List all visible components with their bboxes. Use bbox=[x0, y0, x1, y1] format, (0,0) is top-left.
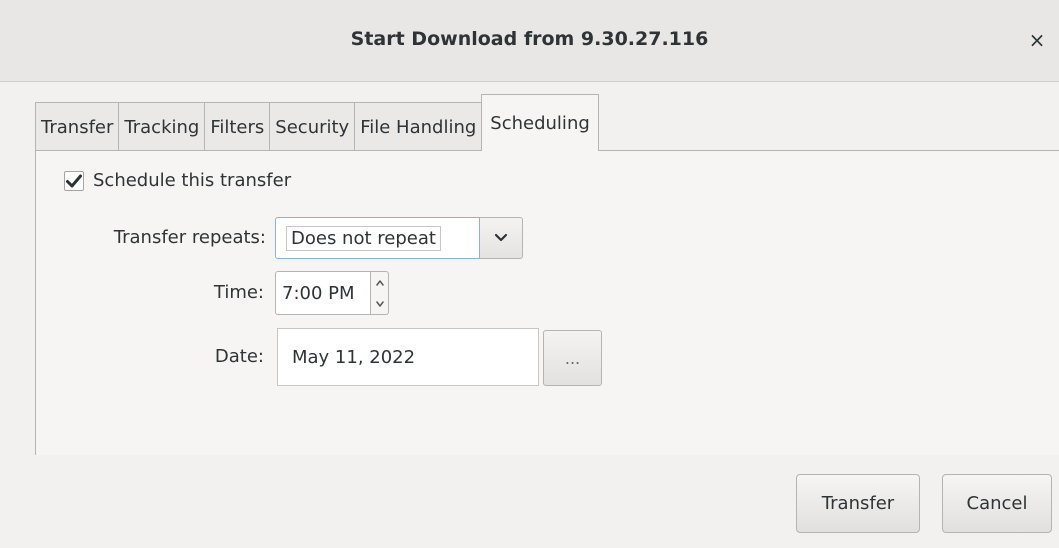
tab-scheduling[interactable]: Scheduling bbox=[481, 94, 599, 151]
chevron-down-icon bbox=[375, 300, 384, 307]
schedule-checkbox[interactable] bbox=[64, 170, 84, 191]
tab-file-handling[interactable]: File Handling bbox=[354, 102, 483, 151]
time-input[interactable]: 7:00 PM bbox=[275, 271, 371, 315]
checkmark-icon bbox=[66, 174, 82, 187]
chevron-down-icon bbox=[494, 233, 508, 242]
time-spinner[interactable] bbox=[371, 271, 389, 315]
time-spin-up[interactable] bbox=[371, 272, 388, 293]
schedule-checkbox-label[interactable]: Schedule this transfer bbox=[93, 170, 291, 191]
repeats-label: Transfer repeats: bbox=[113, 227, 266, 248]
transfer-button[interactable]: Transfer bbox=[796, 474, 920, 533]
repeats-value: Does not repeat bbox=[286, 225, 441, 251]
close-icon[interactable]: × bbox=[1027, 30, 1047, 50]
date-picker-button[interactable]: ... bbox=[543, 330, 602, 386]
repeats-combobox[interactable]: Does not repeat bbox=[275, 217, 523, 259]
tab-tracking[interactable]: Tracking bbox=[118, 102, 206, 151]
cancel-button[interactable]: Cancel bbox=[942, 474, 1052, 533]
tab-bar: Transfer Tracking Filters Security File … bbox=[35, 94, 599, 151]
tab-filters[interactable]: Filters bbox=[204, 102, 271, 151]
schedule-checkbox-row: Schedule this transfer bbox=[64, 170, 291, 191]
tab-security[interactable]: Security bbox=[269, 102, 356, 151]
title-bar: Start Download from 9.30.27.116 × bbox=[0, 0, 1059, 82]
repeats-entry[interactable]: Does not repeat bbox=[275, 217, 480, 259]
date-input[interactable]: May 11, 2022 bbox=[277, 328, 539, 386]
repeats-dropdown-button[interactable] bbox=[480, 217, 523, 259]
chevron-up-icon bbox=[375, 279, 384, 286]
tab-transfer[interactable]: Transfer bbox=[35, 102, 120, 151]
dialog-title: Start Download from 9.30.27.116 bbox=[350, 28, 709, 50]
date-label: Date: bbox=[214, 346, 264, 367]
time-spin-down[interactable] bbox=[371, 293, 388, 314]
download-dialog: Start Download from 9.30.27.116 × Transf… bbox=[0, 0, 1059, 548]
time-label: Time: bbox=[213, 282, 264, 303]
